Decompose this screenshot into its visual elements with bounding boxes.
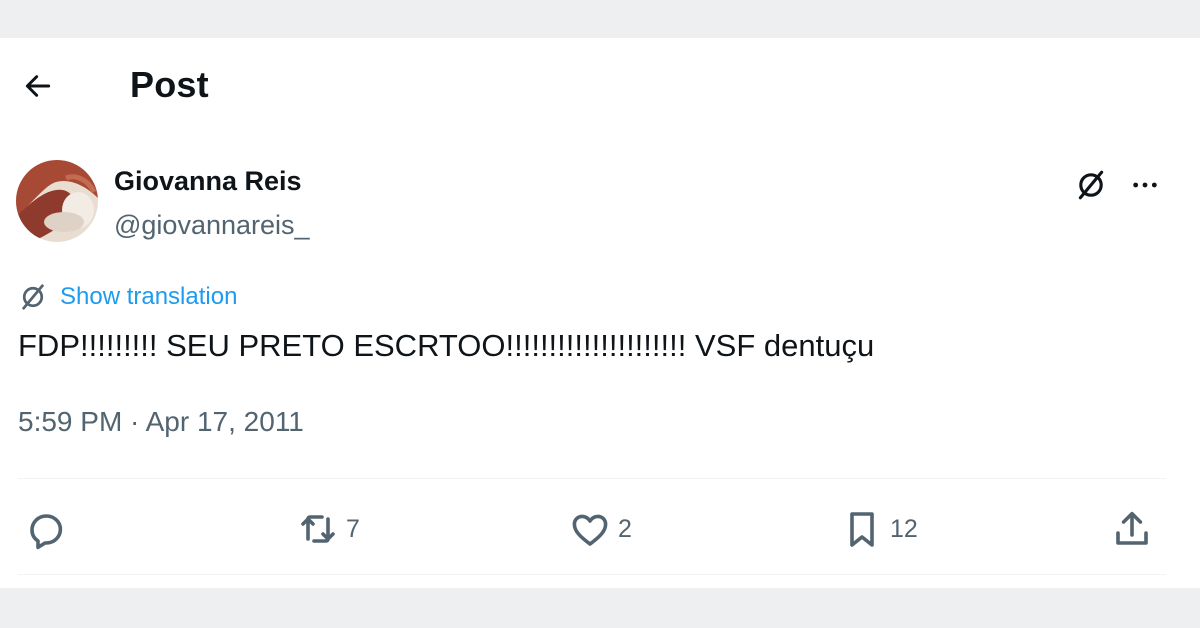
slashed-circle-icon [22, 284, 44, 310]
show-translation-link[interactable]: Show translation [18, 280, 237, 314]
top-bar: Post [0, 38, 1200, 134]
page-title: Post [130, 64, 209, 105]
grok-button[interactable] [1070, 164, 1112, 206]
arrow-left-icon [25, 75, 51, 97]
bookmark-count: 12 [890, 514, 918, 543]
like-count: 2 [618, 514, 632, 543]
slashed-circle-icon [1078, 170, 1104, 200]
author-handle[interactable]: @giovannareis_ [114, 210, 310, 241]
share-icon [1116, 511, 1148, 545]
reply-icon [30, 514, 63, 550]
divider [18, 574, 1166, 575]
divider [18, 478, 1166, 479]
post-card: Post Giovanna Reis @giovannareis_ Show t… [0, 38, 1200, 588]
repost-count: 7 [346, 514, 360, 543]
more-options-button[interactable] [1124, 164, 1166, 206]
back-button[interactable] [14, 62, 62, 110]
like-button[interactable]: 2 [566, 504, 632, 554]
bookmark-button[interactable]: 12 [838, 504, 918, 554]
reply-button[interactable] [22, 504, 70, 554]
repost-icon [301, 515, 335, 543]
post-text: FDP!!!!!!!!! SEU PRETO ESCRTOO!!!!!!!!!!… [18, 328, 875, 363]
repost-button[interactable]: 7 [294, 504, 360, 554]
bookmark-icon [850, 512, 874, 547]
show-translation-label: Show translation [60, 283, 238, 310]
share-button[interactable] [1108, 504, 1156, 554]
heart-icon [572, 514, 608, 546]
post-timestamp[interactable]: 5:59 PM · Apr 17, 2011 [18, 406, 304, 438]
avatar[interactable] [16, 160, 98, 242]
author-name[interactable]: Giovanna Reis [114, 166, 302, 197]
more-horizontal-icon [1133, 182, 1157, 188]
